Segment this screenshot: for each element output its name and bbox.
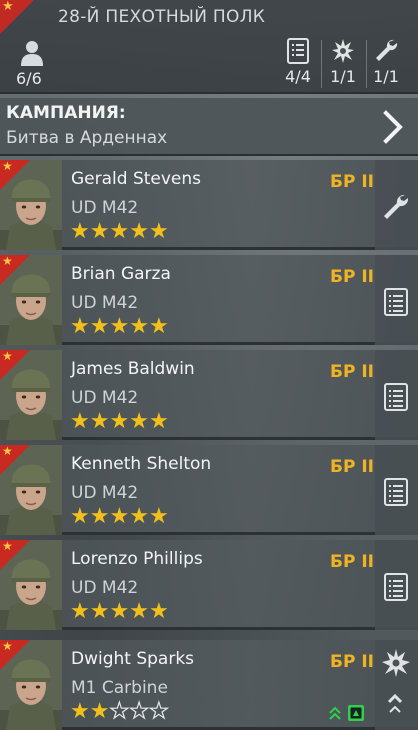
squad-count: 6/6: [16, 69, 42, 88]
star-rating: ★★★★★: [70, 410, 169, 434]
wrench-icon: [384, 194, 409, 219]
soldier-weapon: UD M42: [71, 198, 139, 218]
star-filled-icon: ★: [70, 699, 90, 724]
star-filled-icon: ★: [148, 409, 169, 434]
list-icon: [384, 288, 408, 316]
star-filled-icon: ★: [129, 504, 149, 529]
star-filled-icon: ★: [148, 504, 169, 529]
star-icon: ★: [2, 0, 14, 14]
rank-label: БР II: [330, 652, 374, 672]
rank-label: БР II: [330, 552, 374, 572]
chevron-up-icon[interactable]: [386, 690, 404, 716]
explosion-icon: [382, 649, 410, 677]
star-icon: ★: [2, 349, 13, 363]
rank-label: БР II: [330, 267, 374, 287]
explosion-icon: [332, 39, 354, 63]
stat-wrench[interactable]: 1/1: [364, 38, 408, 86]
soldier-name: Gerald Stevens: [71, 169, 202, 189]
star-rating: ★★★★★: [70, 699, 169, 724]
campaign-label: КАМПАНИЯ:: [6, 103, 126, 123]
star-filled-icon: ★: [109, 409, 130, 434]
star-icon: ★: [2, 539, 13, 553]
stat-value: 1/1: [330, 67, 356, 86]
role-icon[interactable]: [381, 192, 411, 222]
star-filled-icon: ★: [89, 699, 110, 724]
star-empty-icon: ★: [109, 699, 130, 724]
soldier-weapon: UD M42: [71, 578, 139, 598]
soldier-row[interactable]: ★ Brian Garza UD M42 ★★★★★ БР II: [0, 254, 418, 345]
soldier-name: Lorenzo Phillips: [71, 549, 203, 569]
soldier-weapon: UD M42: [71, 388, 139, 408]
stat-value: 1/1: [373, 67, 399, 86]
chevron-right-icon[interactable]: [382, 110, 404, 144]
star-empty-icon: ★: [129, 699, 150, 724]
star-rating: ★★★★★: [70, 600, 169, 624]
star-filled-icon: ★: [148, 219, 169, 244]
soldier-name: Brian Garza: [71, 264, 171, 284]
list-icon: [384, 383, 408, 411]
star-icon: ★: [2, 254, 13, 268]
star-filled-icon: ★: [89, 599, 110, 624]
star-icon: ★: [2, 159, 13, 173]
star-filled-icon: ★: [129, 219, 149, 244]
star-filled-icon: ★: [148, 599, 169, 624]
campaign-selector[interactable]: КАМПАНИЯ: Битва в Арденнах: [0, 98, 418, 156]
star-rating: ★★★★★: [70, 315, 169, 339]
rank-label: БР II: [330, 362, 374, 382]
star-filled-icon: ★: [148, 314, 169, 339]
stat-explosion[interactable]: 1/1: [321, 38, 365, 86]
star-filled-icon: ★: [70, 409, 90, 434]
list-icon: [384, 573, 408, 601]
star-filled-icon: ★: [109, 599, 130, 624]
rank-label: БР II: [330, 172, 374, 192]
soldier-row[interactable]: ★ Gerald Stevens UD M42 ★★★★★ БР II: [0, 159, 418, 250]
stat-value: 4/4: [285, 67, 311, 86]
role-icon[interactable]: [381, 382, 411, 412]
soldier-name: Dwight Sparks: [71, 649, 195, 669]
star-filled-icon: ★: [70, 219, 90, 244]
star-rating: ★★★★★: [70, 505, 169, 529]
star-filled-icon: ★: [109, 219, 130, 244]
upgrade-icon: [329, 705, 364, 721]
upgrade-badges: [328, 704, 368, 726]
campaign-name: Битва в Арденнах: [6, 128, 168, 148]
role-icon[interactable]: [381, 648, 411, 678]
star-filled-icon: ★: [70, 599, 90, 624]
soldier-row[interactable]: ★ Lorenzo Phillips UD M42 ★★★★★ БР II: [0, 539, 418, 630]
star-icon: ★: [2, 444, 13, 458]
star-filled-icon: ★: [89, 409, 110, 434]
star-empty-icon: ★: [148, 699, 169, 724]
soldier-weapon: UD M42: [71, 293, 139, 313]
unit-title: 28-Й ПЕХОТНЫЙ ПОЛК: [58, 7, 266, 27]
star-icon: ★: [2, 639, 13, 653]
soldier-weapon: UD M42: [71, 483, 139, 503]
star-filled-icon: ★: [129, 599, 149, 624]
list-icon: [287, 38, 309, 64]
star-filled-icon: ★: [129, 314, 149, 339]
role-icon[interactable]: [381, 477, 411, 507]
star-filled-icon: ★: [89, 504, 110, 529]
star-filled-icon: ★: [129, 409, 149, 434]
stat-list[interactable]: 4/4: [276, 38, 320, 86]
rank-label: БР II: [330, 457, 374, 477]
star-filled-icon: ★: [109, 314, 130, 339]
unit-header: ★ 28-Й ПЕХОТНЫЙ ПОЛК 6/6 4/4 1/1 1/1: [0, 0, 418, 94]
wrench-icon: [376, 39, 398, 61]
soldier-name: James Baldwin: [71, 359, 195, 379]
star-filled-icon: ★: [70, 504, 90, 529]
role-icon[interactable]: [381, 287, 411, 317]
list-icon: [384, 478, 408, 506]
soldier-row[interactable]: ★ James Baldwin UD M42 ★★★★★ БР II: [0, 349, 418, 440]
person-icon: [21, 41, 43, 66]
soldier-row[interactable]: ★ Dwight Sparks M1 Carbine ★★★★★ БР II: [0, 639, 418, 730]
soldier-weapon: M1 Carbine: [71, 678, 168, 698]
role-icon[interactable]: [381, 572, 411, 602]
soldier-name: Kenneth Shelton: [71, 454, 212, 474]
star-filled-icon: ★: [70, 314, 90, 339]
star-filled-icon: ★: [109, 504, 130, 529]
star-filled-icon: ★: [89, 314, 110, 339]
star-rating: ★★★★★: [70, 220, 169, 244]
soldier-row[interactable]: ★ Kenneth Shelton UD M42 ★★★★★ БР II: [0, 444, 418, 535]
star-filled-icon: ★: [89, 219, 110, 244]
